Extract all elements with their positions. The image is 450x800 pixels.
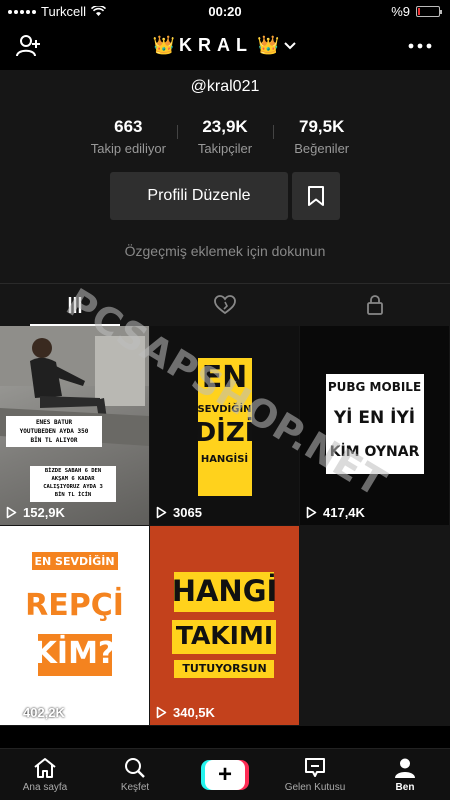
title-line: TAKIMI (175, 621, 274, 650)
more-icon[interactable] (408, 37, 432, 55)
nav-inbox[interactable]: Gelen Kutusu (270, 749, 360, 800)
bookmark-button[interactable] (292, 172, 340, 220)
profile-tabs (0, 283, 450, 326)
view-count-text: 417,4K (323, 505, 365, 520)
title-line: Yİ EN İYİ (333, 408, 416, 428)
title-line: DİZİ (194, 418, 255, 448)
title-line: KİM OYNAR (329, 444, 420, 460)
video-thumbnail[interactable]: EN SEVDİĞİN DİZİ HANGİSİ 3065 (150, 326, 299, 525)
status-bar: Turkcell 00:20 %9 (0, 0, 450, 24)
caption-line: YOUTUBEDEN AYDA 350 (19, 428, 89, 435)
title-line: EN (201, 360, 248, 395)
grid-icon (68, 297, 82, 313)
title-line: TUTUYORSUN (182, 662, 267, 675)
title-line: HANGİ (171, 574, 278, 608)
nav-profile[interactable]: Ben (360, 749, 450, 800)
caption-box: ENES BATUR YOUTUBEDEN AYDA 350 BİN TL AL… (6, 416, 102, 447)
video-thumbnail[interactable]: EN SEVDİĞİN REPÇİ KİM? 402,2K (0, 526, 149, 725)
account-switcher[interactable]: 👑 KRAL 👑 (0, 35, 450, 56)
video-thumbnail[interactable]: HANGİ TAKIMI TUTUYORSUN 340,5K (150, 526, 299, 725)
view-count-text: 152,9K (23, 505, 65, 520)
bio-hint[interactable]: Özgeçmiş eklemek için dokunun (0, 243, 450, 259)
view-count: 340,5K (156, 705, 215, 720)
caption-box: BİZDE SABAH 6 DEN AKŞAM 6 KADAR CALIŞIYO… (30, 466, 116, 502)
bottom-navigation: Ana sayfa Keşfet + Gelen Kutusu Ben (0, 748, 450, 800)
view-count: 152,9K (6, 505, 65, 520)
stat-followers[interactable]: 23,9K Takipçiler (176, 117, 274, 156)
nav-label: Keşfet (120, 781, 150, 793)
title-line: KİM? (33, 636, 116, 671)
liked-heart-icon (214, 295, 236, 315)
nav-home[interactable]: Ana sayfa (0, 749, 90, 800)
caption-line: CALIŞIYORUZ AYDA 3 (43, 483, 103, 490)
search-icon (125, 757, 145, 778)
title-line: EN SEVDİĞİN (34, 555, 115, 568)
view-count: 402,2K (6, 705, 65, 720)
view-count: 3065 (156, 505, 202, 520)
stat-label: Takip ediliyor (90, 141, 166, 156)
battery-icon (416, 6, 442, 17)
title-line: REPÇİ (25, 588, 124, 623)
video-thumbnail[interactable]: ENES BATUR YOUTUBEDEN AYDA 350 BİN TL AL… (0, 326, 149, 525)
title-line: SEVDİĞİN (197, 404, 252, 415)
video-grid: ENES BATUR YOUTUBEDEN AYDA 350 BİN TL AL… (0, 326, 450, 726)
view-count: 417,4K (306, 505, 365, 520)
battery-info: %9 (391, 4, 442, 19)
account-name: KRAL (179, 35, 253, 55)
nav-create[interactable]: + (180, 749, 270, 800)
play-icon (156, 506, 167, 519)
caption-line: BİZDE SABAH 6 DEN (44, 468, 102, 474)
play-icon (6, 706, 17, 719)
clock: 00:20 (208, 4, 242, 19)
home-icon (34, 757, 56, 778)
stat-following[interactable]: 663 Takip ediliyor (80, 117, 177, 156)
profile-header: 👑 KRAL 👑 (0, 24, 450, 70)
username: @kral021 (190, 78, 260, 95)
stats-row: 663 Takip ediliyor 23,9K Takipçiler 79,5… (80, 117, 370, 156)
nav-label: Ben (395, 781, 415, 793)
tab-videos[interactable] (0, 284, 150, 326)
nav-discover[interactable]: Keşfet (90, 749, 180, 800)
lock-icon (367, 295, 383, 315)
bookmark-icon (308, 186, 324, 206)
stat-value: 663 (114, 117, 143, 136)
play-icon (306, 506, 317, 519)
view-count-text: 402,2K (23, 705, 65, 720)
tab-private[interactable] (300, 284, 450, 326)
stat-likes[interactable]: 79,5K Beğeniler (273, 117, 370, 156)
inbox-icon (305, 757, 325, 777)
nav-label: Gelen Kutusu (284, 781, 346, 793)
play-icon (6, 506, 17, 519)
caption-line: BİN TL ALIYOR (30, 437, 78, 444)
profile-section: @kral021 663 Takip ediliyor 23,9K Takipç… (0, 70, 450, 283)
crown-emoji-left: 👑 (152, 35, 175, 55)
stat-label: Takipçiler (197, 141, 253, 156)
stat-label: Beğeniler (294, 141, 350, 156)
caption-line: BİN TL İCİN (54, 491, 92, 498)
caption-line: ENES BATUR (35, 419, 73, 426)
title-line: HANGİSİ (200, 454, 249, 465)
nav-label: Ana sayfa (22, 781, 68, 793)
edit-profile-button[interactable]: Profili Düzenle (110, 172, 288, 220)
profile-icon (395, 758, 415, 778)
stat-value: 23,9K (202, 117, 248, 136)
play-icon (156, 706, 167, 719)
title-line: PUBG MOBILE (327, 380, 422, 394)
crown-emoji-right: 👑 (257, 35, 280, 55)
stat-value: 79,5K (298, 117, 345, 136)
view-count-text: 340,5K (173, 705, 215, 720)
view-count-text: 3065 (173, 505, 202, 520)
caption-line: AKŞAM 6 KADAR (51, 475, 95, 482)
plus-icon: + (201, 759, 249, 790)
tab-liked[interactable] (150, 284, 300, 326)
chevron-down-icon (284, 41, 297, 49)
video-thumbnail[interactable]: PUBG MOBILE Yİ EN İYİ KİM OYNAR 417,4K (300, 326, 449, 525)
battery-percent: %9 (391, 4, 410, 19)
